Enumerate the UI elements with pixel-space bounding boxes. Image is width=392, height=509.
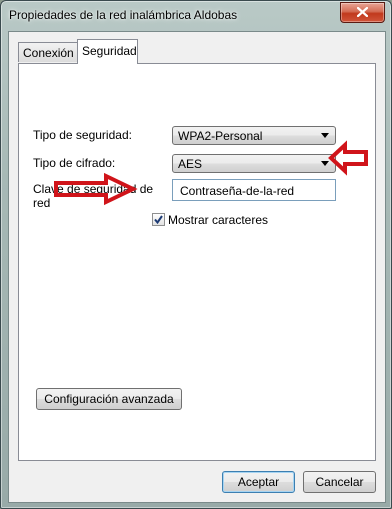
encryption-type-value: AES [178, 157, 203, 171]
security-key-input[interactable]: Contraseña-de-la-red [172, 179, 336, 201]
dialog-window: Propiedades de la red inalámbrica Aldoba… [0, 0, 392, 509]
advanced-settings-button[interactable]: Configuración avanzada [36, 388, 182, 410]
annotation-arrow-left [328, 140, 368, 176]
chevron-down-icon [321, 161, 329, 166]
tab-conexion[interactable]: Conexión [18, 42, 78, 62]
security-key-value: Contraseña-de-la-red [180, 184, 295, 198]
encryption-type-select[interactable]: AES [172, 154, 336, 173]
dialog-client-area: Conexión Seguridad Tipo de seguridad: WP… [8, 31, 386, 503]
annotation-arrow-right [54, 172, 138, 206]
close-icon [357, 7, 368, 17]
checkmark-icon [154, 215, 163, 225]
security-tab-panel: Tipo de seguridad: WPA2-Personal Tipo de… [18, 63, 376, 461]
security-key-label-line2: red [33, 196, 51, 210]
security-type-label: Tipo de seguridad: [33, 128, 132, 142]
encryption-type-label: Tipo de cifrado: [33, 156, 116, 170]
title-bar[interactable]: Propiedades de la red inalámbrica Aldoba… [1, 1, 391, 31]
security-type-value: WPA2-Personal [178, 129, 263, 143]
window-title: Propiedades de la red inalámbrica Aldoba… [9, 8, 238, 22]
security-type-select[interactable]: WPA2-Personal [172, 126, 336, 145]
cancel-button[interactable]: Cancelar [303, 471, 376, 493]
chevron-down-icon [321, 133, 329, 138]
close-button[interactable] [340, 2, 385, 23]
tab-seguridad[interactable]: Seguridad [77, 39, 138, 64]
show-characters-checkbox[interactable] [152, 213, 165, 226]
ok-button[interactable]: Aceptar [222, 471, 295, 493]
show-characters-label[interactable]: Mostrar caracteres [168, 213, 268, 227]
